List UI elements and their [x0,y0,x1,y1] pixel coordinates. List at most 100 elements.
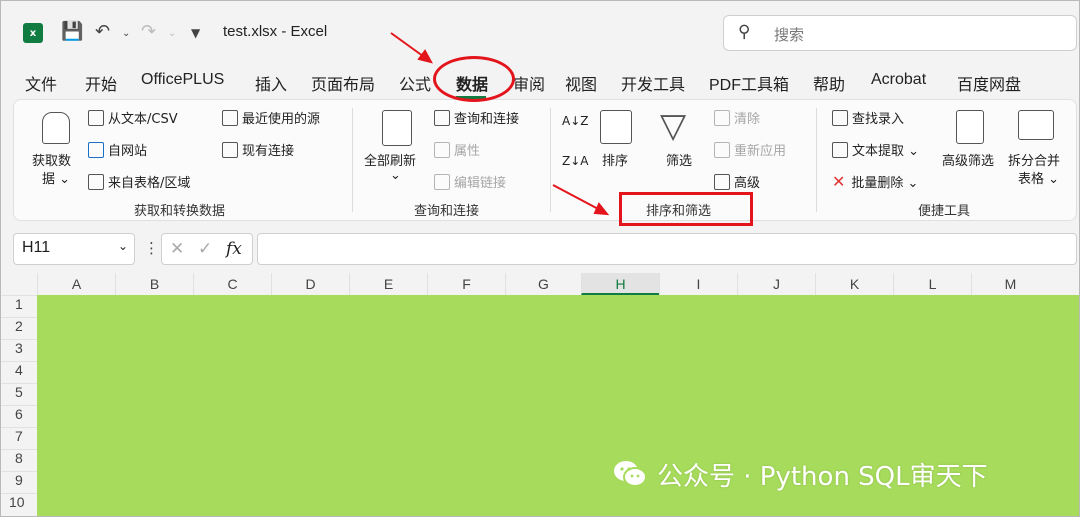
reapply-icon [714,142,730,158]
clear-filter-button[interactable]: 清除 [714,108,760,127]
row-header[interactable]: 7 [1,427,37,444]
reapply-button[interactable]: 重新应用 [714,140,786,159]
sort-button[interactable]: 排序 [602,150,628,169]
table-icon [88,174,104,190]
column-headers: A B C D E F G H I J K L M [1,273,1079,295]
group-label-queries: 查询和连接 [414,204,480,219]
tab-pdf-tools[interactable]: PDF工具箱 [709,71,789,95]
undo-dropdown-icon[interactable]: ⌄ [122,28,130,39]
more-options-icon[interactable]: ⋮ [144,239,159,257]
row-header[interactable]: 4 [1,361,37,378]
recent-sources-button[interactable]: 最近使用的源 [222,108,320,127]
edit-links-button[interactable]: 编辑链接 [434,172,506,191]
group-label-quick-tools: 便捷工具 [918,204,971,219]
column-header-k[interactable]: K [815,273,893,295]
tab-formulas[interactable]: 公式 [399,71,431,95]
get-data-button[interactable]: 获取数 [32,150,71,169]
properties-button[interactable]: 属性 [434,140,480,159]
tab-baidu-netdisk[interactable]: 百度网盘 [957,71,1021,95]
redo-dropdown-icon[interactable]: ⌄ [168,28,176,39]
queries-pane-icon [434,110,450,126]
sort-descending-icon[interactable]: Z↓A [562,155,588,167]
filter-button[interactable]: 筛选 [666,150,692,169]
row-header[interactable]: 2 [1,317,37,334]
column-header-b[interactable]: B [115,273,193,295]
text-extract-icon [832,142,848,158]
tab-review[interactable]: 审阅 [513,71,545,95]
existing-connections-button[interactable]: 现有连接 [222,140,294,159]
customize-qat-icon[interactable]: ▼ [191,26,200,40]
formula-input[interactable] [257,233,1077,265]
redo-icon[interactable]: ↷ [141,21,156,42]
row-header[interactable]: 6 [1,405,37,422]
row-header[interactable]: 10 [1,493,37,510]
connection-icon [222,142,238,158]
tab-developer[interactable]: 开发工具 [621,71,685,95]
watermark: 公众号 · Python SQL审天下 [613,455,988,493]
column-header-f[interactable]: F [427,273,505,295]
tab-insert[interactable]: 插入 [255,71,287,95]
column-header-m[interactable]: M [971,273,1049,295]
batch-delete-button[interactable]: ✕ 批量删除 ⌄ [832,172,918,191]
tab-officeplus[interactable]: OfficePLUS [141,71,224,89]
recent-source-icon [222,110,238,126]
web-icon [88,142,104,158]
column-header-g[interactable]: G [505,273,581,295]
split-merge-icon[interactable] [1018,110,1054,140]
tab-file[interactable]: 文件 [25,71,57,95]
tab-view[interactable]: 视图 [565,71,597,95]
from-text-csv-button[interactable]: 从文本/CSV [88,108,178,127]
window-title: test.xlsx - Excel [223,23,328,40]
from-web-button[interactable]: 自网站 [88,140,147,159]
search-input[interactable]: ⚲ 搜索 [723,15,1077,51]
row-header[interactable]: 8 [1,449,37,466]
advanced-filter-tool-button[interactable]: 高级筛选 [942,150,994,169]
text-extract-button[interactable]: 文本提取 ⌄ [832,140,919,159]
highlight-ellipse-data-tab [433,56,515,102]
row-header[interactable]: 1 [1,295,37,312]
ribbon-tabs: 文件 开始 OfficePLUS 插入 页面布局 公式 数据 审阅 视图 开发工… [1,63,1079,99]
database-icon[interactable] [42,112,70,144]
tab-page-layout[interactable]: 页面布局 [311,71,375,95]
enter-icon[interactable]: ✓ [198,239,212,259]
save-icon[interactable]: 💾 [61,21,83,42]
column-header-j[interactable]: J [737,273,815,295]
refresh-all-dropdown-icon[interactable]: ⌄ [390,168,401,183]
name-box[interactable]: H11 ⌄ [13,233,135,265]
name-box-dropdown-icon[interactable]: ⌄ [118,239,128,253]
refresh-all-button[interactable]: 全部刷新 [364,150,416,169]
find-entry-button[interactable]: 查找录入 [832,108,904,127]
tab-help[interactable]: 帮助 [813,71,845,95]
tab-home[interactable]: 开始 [85,71,117,95]
column-header-e[interactable]: E [349,273,427,295]
sort-ascending-icon[interactable]: A↓Z [562,115,588,127]
row-header[interactable]: 9 [1,471,37,488]
filter-icon[interactable]: ▽ [660,106,686,146]
excel-window: x 💾 ↶ ⌄ ↷ ⌄ ▼ test.xlsx - Excel ⚲ 搜索 文件 … [0,0,1080,517]
split-merge-button[interactable]: 拆分合并 [1008,150,1060,169]
split-merge-button-line2[interactable]: 表格 ⌄ [1018,168,1059,187]
advanced-filter-tool-icon[interactable] [956,110,984,144]
undo-icon[interactable]: ↶ [95,21,110,42]
sort-icon[interactable] [600,110,632,144]
row-header[interactable]: 3 [1,339,37,356]
from-table-button[interactable]: 来自表格/区域 [88,172,190,191]
get-data-button-line2[interactable]: 据 ⌄ [42,168,70,187]
group-separator [550,108,551,212]
wechat-icon [614,461,647,487]
excel-logo-icon: x [23,23,43,43]
queries-connections-button[interactable]: 查询和连接 [434,108,519,127]
insert-function-icon[interactable]: fx [226,239,242,259]
advanced-filter-icon [714,174,730,190]
row-header[interactable]: 5 [1,383,37,400]
refresh-all-icon[interactable] [382,110,412,146]
column-header-a[interactable]: A [37,273,115,295]
column-header-h[interactable]: H [581,273,659,295]
tab-acrobat[interactable]: Acrobat [871,71,926,89]
cancel-icon[interactable]: ✕ [170,239,184,259]
column-header-c[interactable]: C [193,273,271,295]
column-header-d[interactable]: D [271,273,349,295]
advanced-filter-button[interactable]: 高级 [714,172,760,191]
column-header-l[interactable]: L [893,273,971,295]
column-header-i[interactable]: I [659,273,737,295]
